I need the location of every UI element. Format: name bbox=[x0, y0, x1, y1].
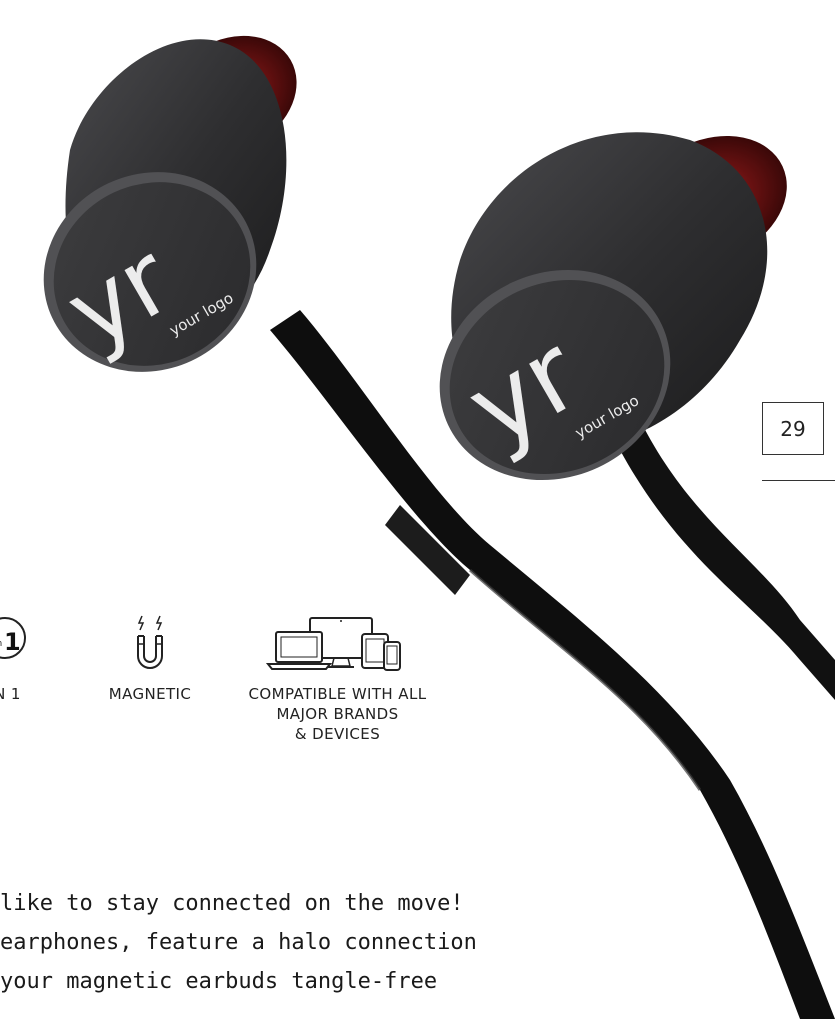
earphones-product-image: yr your logo yr your logo bbox=[43, 35, 835, 1019]
right-earbud: yr your logo bbox=[439, 132, 787, 481]
magnet-icon bbox=[137, 615, 163, 669]
description-line: like to stay connected on the move! bbox=[0, 891, 464, 916]
left-earbud: yr your logo bbox=[43, 35, 297, 372]
two-in-one-icon: in 1 bbox=[0, 617, 26, 659]
description-line: earphones, feature a halo connection bbox=[0, 930, 477, 955]
feature-two-in-one: in 1 N 1 bbox=[0, 612, 45, 704]
page-number: 29 bbox=[762, 402, 824, 455]
page-number-rule bbox=[762, 480, 835, 481]
two-in-one-badge-small: in bbox=[0, 639, 2, 649]
feature-label-two-in-one: N 1 bbox=[0, 685, 21, 703]
feature-label-compatible: COMPATIBLE WITH ALL MAJOR BRANDS & DEVIC… bbox=[248, 685, 427, 743]
product-description: like to stay connected on the move! earp… bbox=[0, 884, 780, 1001]
feature-compatible: COMPATIBLE WITH ALL MAJOR BRANDS & DEVIC… bbox=[225, 612, 450, 744]
description-line: your magnetic earbuds tangle-free bbox=[0, 969, 438, 994]
devices-icon bbox=[265, 617, 401, 671]
feature-label-magnetic: MAGNETIC bbox=[108, 685, 192, 703]
two-in-one-badge-big: 1 bbox=[4, 628, 21, 656]
feature-magnetic: MAGNETIC bbox=[100, 612, 200, 704]
